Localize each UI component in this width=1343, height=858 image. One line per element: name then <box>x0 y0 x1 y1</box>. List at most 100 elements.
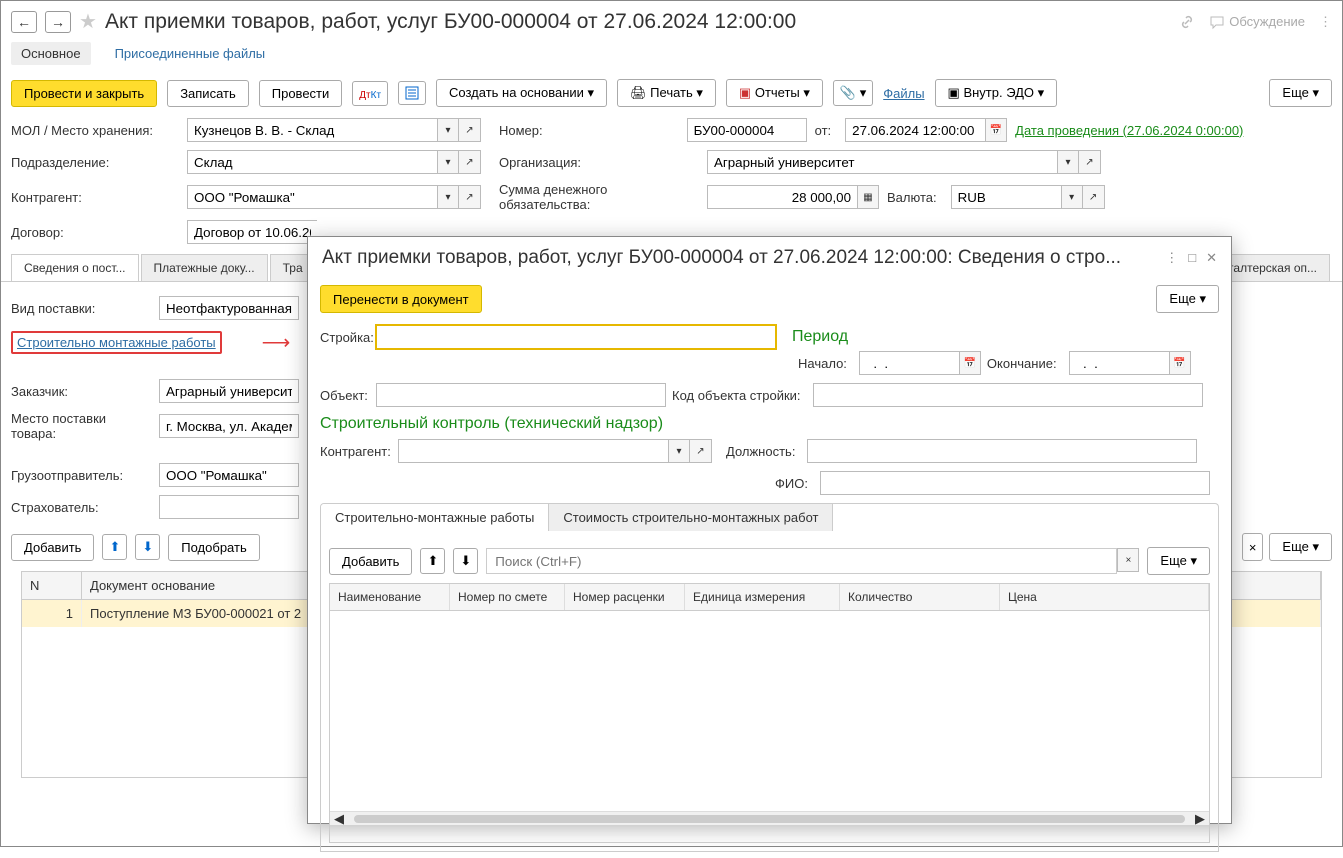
grid-col-name[interactable]: Наименование <box>330 584 450 610</box>
org-label: Организация: <box>499 155 699 170</box>
dog-input[interactable] <box>187 220 317 244</box>
kod-label: Код объекта стройки: <box>672 388 807 403</box>
gruz-input[interactable] <box>159 463 299 487</box>
attach-button[interactable]: 📎 ▾ <box>833 80 873 106</box>
select-button[interactable]: Подобрать <box>168 534 259 561</box>
subtab-files[interactable]: Присоединенные файлы <box>105 42 276 65</box>
zak-input[interactable] <box>159 379 299 403</box>
okonch-input[interactable] <box>1069 351 1169 375</box>
list-icon-button[interactable] <box>398 81 426 105</box>
print-button[interactable]: 🖨 Печать ▾ <box>617 79 716 107</box>
col-n[interactable]: N <box>22 572 82 599</box>
grid-col-unit[interactable]: Единица измерения <box>685 584 840 610</box>
subtab-main[interactable]: Основное <box>11 42 91 65</box>
move-up-button[interactable]: ⬆ <box>102 534 127 560</box>
nomer-input[interactable] <box>687 118 807 142</box>
gruz-label: Грузоотправитель: <box>11 468 151 483</box>
nav-fwd[interactable]: → <box>45 11 71 33</box>
discussion-link[interactable]: Обсуждение <box>1209 14 1305 30</box>
fio-label: ФИО: <box>742 476 814 491</box>
clear-search-button[interactable]: × <box>1117 548 1139 572</box>
calc-btn[interactable]: ▦ <box>857 185 879 209</box>
nav-back[interactable]: ← <box>11 11 37 33</box>
smr-link[interactable]: Строительно монтажные работы <box>11 331 222 354</box>
close-icon[interactable]: ✕ <box>1206 250 1217 266</box>
modal-tab-cost[interactable]: Стоимость строительно-монтажных работ <box>549 504 833 531</box>
add-row-button[interactable]: Добавить <box>11 534 94 561</box>
files-link[interactable]: Файлы <box>883 86 924 101</box>
sum-label: Сумма денежного обязательства: <box>499 182 699 212</box>
grid-body[interactable] <box>330 611 1209 811</box>
move-down-button[interactable]: ⬇ <box>135 534 160 560</box>
search-input[interactable] <box>486 548 1117 574</box>
modal-kontr-input[interactable] <box>398 439 668 463</box>
maximize-icon[interactable]: □ <box>1188 250 1196 266</box>
more-rows-button[interactable]: Еще ▾ <box>1269 533 1332 561</box>
grid-more-button[interactable]: Еще ▾ <box>1147 547 1210 575</box>
zak-label: Заказчик: <box>11 384 151 399</box>
more-button[interactable]: Еще ▾ <box>1269 79 1332 107</box>
link-icon[interactable] <box>1179 14 1195 30</box>
mesto-input[interactable] <box>159 414 299 438</box>
favorite-star-icon[interactable]: ★ <box>79 9 97 34</box>
kod-input[interactable] <box>813 383 1203 407</box>
transfer-button[interactable]: Перенести в документ <box>320 285 482 313</box>
smr-grid: Наименование Номер по смете Номер расцен… <box>329 583 1210 843</box>
move-up-button[interactable]: ⬆ <box>420 548 445 574</box>
modal-title: Акт приемки товаров, работ, услуг БУ00-0… <box>322 247 1155 269</box>
val-input[interactable] <box>951 185 1061 209</box>
grid-col-smeta[interactable]: Номер по смете <box>450 584 565 610</box>
mesto-label: Место поставки товара: <box>11 411 151 441</box>
scroll-thumb[interactable] <box>354 815 1185 823</box>
calendar-icon[interactable]: 📅 <box>959 351 981 375</box>
nomer-label: Номер: <box>499 123 549 138</box>
dolzh-input[interactable] <box>807 439 1197 463</box>
sum-input[interactable] <box>707 185 857 209</box>
modal-more-button[interactable]: Еще ▾ <box>1156 285 1219 313</box>
modal-add-button[interactable]: Добавить <box>329 548 412 575</box>
vid-label: Вид поставки: <box>11 301 151 316</box>
sk-header: Строительный контроль (технический надзо… <box>320 415 1219 433</box>
horizontal-scrollbar[interactable]: ◀ ▶ <box>330 811 1209 825</box>
tab-svedenia[interactable]: Сведения о пост... <box>11 254 139 281</box>
kebab-icon[interactable]: ⋮ <box>1319 14 1332 30</box>
scroll-left-icon[interactable]: ◀ <box>334 811 344 827</box>
grid-col-rascenka[interactable]: Номер расценки <box>565 584 685 610</box>
strah-input[interactable] <box>159 495 299 519</box>
scroll-right-icon[interactable]: ▶ <box>1195 811 1205 827</box>
podr-label: Подразделение: <box>11 155 179 170</box>
kontr-input[interactable] <box>187 185 437 209</box>
obj-input[interactable] <box>376 383 666 407</box>
move-down-button[interactable]: ⬇ <box>453 548 478 574</box>
stroika-label: Стройка: <box>320 330 370 345</box>
fio-input[interactable] <box>820 471 1210 495</box>
edo-button[interactable]: ▣ Внутр. ЭДО ▾ <box>935 79 1058 107</box>
grid-col-qty[interactable]: Количество <box>840 584 1000 610</box>
create-based-button[interactable]: Создать на основании ▾ <box>436 79 607 107</box>
modal-tab-smr[interactable]: Строительно-монтажные работы <box>321 504 549 531</box>
dropdown-btn[interactable]: ▾ <box>437 118 459 142</box>
open-btn[interactable]: ↗ <box>459 118 481 142</box>
save-button[interactable]: Записать <box>167 80 249 107</box>
val-label: Валюта: <box>887 190 943 205</box>
tab-platezh[interactable]: Платежные доку... <box>141 254 268 281</box>
calendar-btn[interactable]: 📅 <box>985 118 1007 142</box>
grid-col-price[interactable]: Цена <box>1000 584 1209 610</box>
arrow-annotation-icon: ⟶ <box>262 330 291 355</box>
date-input[interactable] <box>845 118 985 142</box>
clear-button[interactable]: × <box>1242 533 1264 561</box>
dtkt-button[interactable]: ДтКт <box>352 81 388 106</box>
kebab-icon[interactable]: ⋮ <box>1165 250 1178 266</box>
date-provedenie-link[interactable]: Дата проведения (27.06.2024 0:00:00) <box>1015 123 1243 138</box>
nachalo-input[interactable] <box>859 351 959 375</box>
post-close-button[interactable]: Провести и закрыть <box>11 80 157 107</box>
reports-button[interactable]: ▣ Отчеты ▾ <box>726 79 823 107</box>
strah-label: Страхователь: <box>11 500 151 515</box>
podr-input[interactable] <box>187 150 437 174</box>
stroika-input[interactable] <box>376 325 776 349</box>
org-input[interactable] <box>707 150 1057 174</box>
calendar-icon[interactable]: 📅 <box>1169 351 1191 375</box>
post-button[interactable]: Провести <box>259 80 343 107</box>
vid-input[interactable] <box>159 296 299 320</box>
mol-input[interactable] <box>187 118 437 142</box>
